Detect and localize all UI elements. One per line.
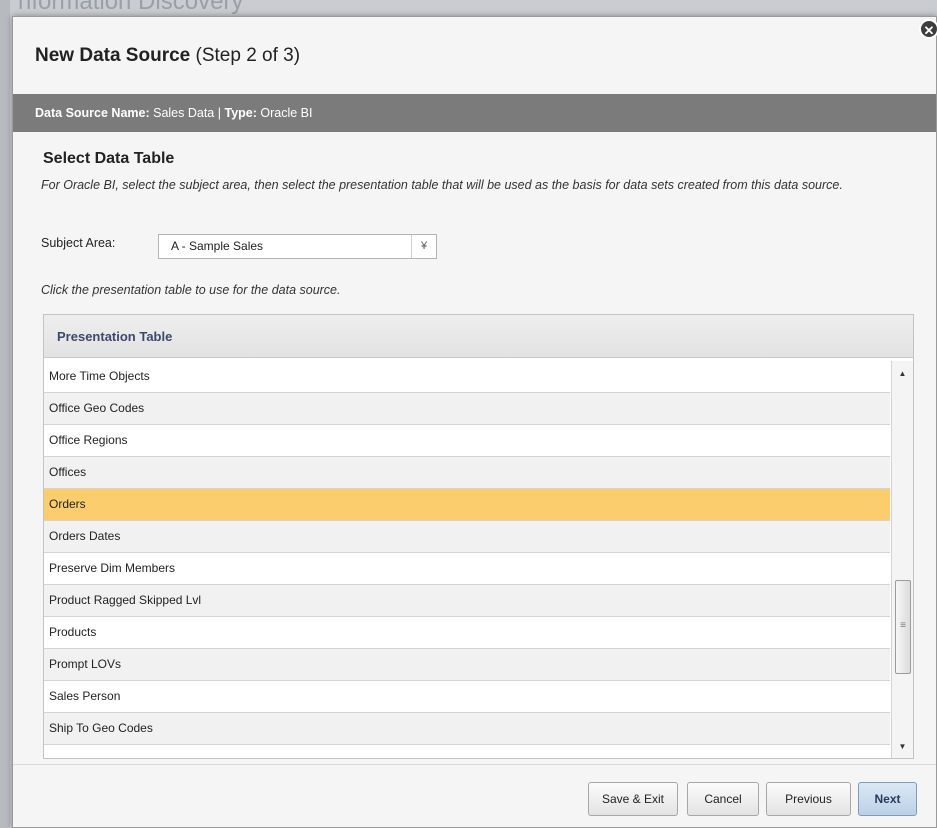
background-window-edge (0, 0, 10, 828)
table-hint-text: Click the presentation table to use for … (41, 283, 341, 297)
background-app-title: nformation Discovery (18, 0, 244, 15)
table-row[interactable]: Ship To Geo Codes (44, 713, 890, 745)
section-title: Select Data Table (43, 150, 175, 167)
save-and-exit-button[interactable]: Save & Exit (588, 782, 678, 816)
table-row[interactable]: Office Regions (44, 425, 890, 457)
scroll-down-arrow-icon[interactable]: ▼ (892, 738, 913, 756)
table-row[interactable]: Product Ragged Skipped Lvl (44, 585, 890, 617)
table-row[interactable]: Products (44, 617, 890, 649)
footer-divider (13, 764, 936, 765)
dialog-title-main: New Data Source (35, 45, 191, 66)
scroll-up-arrow-icon[interactable]: ▲ (892, 365, 913, 383)
previous-button[interactable]: Previous (766, 782, 851, 816)
table-row[interactable]: Prompt LOVs (44, 649, 890, 681)
table-row[interactable]: Orders Dates (44, 521, 890, 553)
name-label: Data Source Name: (35, 106, 150, 120)
table-row[interactable]: Preserve Dim Members (44, 553, 890, 585)
table-row[interactable]: Office Geo Codes (44, 393, 890, 425)
table-rows: More Time Objects Office Geo Codes Office … (44, 361, 890, 758)
subject-area-select[interactable]: A - Sample Sales ¥ (158, 234, 437, 259)
next-button[interactable]: Next (858, 782, 917, 816)
scroll-thumb[interactable]: ≡ (895, 580, 911, 674)
data-source-info-bar: Data Source Name: Sales Data | Type: Ora… (13, 94, 936, 132)
name-value: Sales Data (153, 106, 215, 120)
dialog-title-step: (Step 2 of 3) (195, 45, 301, 66)
instructions-text: For Oracle BI, select the subject area, … (41, 178, 843, 192)
table-row[interactable]: Orders (44, 489, 890, 521)
type-value: Oracle BI (260, 106, 313, 120)
dialog-title: New Data Source (Step 2 of 3) (35, 45, 300, 67)
info-separator: | (217, 106, 221, 120)
close-icon[interactable]: ✕ (919, 19, 937, 39)
subject-area-value: A - Sample Sales (171, 239, 264, 253)
cancel-button[interactable]: Cancel (687, 782, 759, 816)
type-label: Type: (224, 106, 257, 120)
table-row[interactable]: Offices (44, 457, 890, 489)
new-data-source-dialog: ✕ New Data Source (Step 2 of 3) Data Sou… (12, 16, 937, 828)
double-chevron-down-icon[interactable]: ¥ (411, 235, 436, 258)
table-header: Presentation Table (44, 315, 913, 358)
subject-area-label: Subject Area: (41, 236, 116, 250)
table-row[interactable]: Sales Person (44, 681, 890, 713)
table-row[interactable]: More Time Objects (44, 361, 890, 393)
presentation-table: Presentation Table More Time Objects Offi… (43, 314, 914, 759)
table-scrollbar[interactable]: ▲ ≡ ▼ (891, 361, 913, 758)
